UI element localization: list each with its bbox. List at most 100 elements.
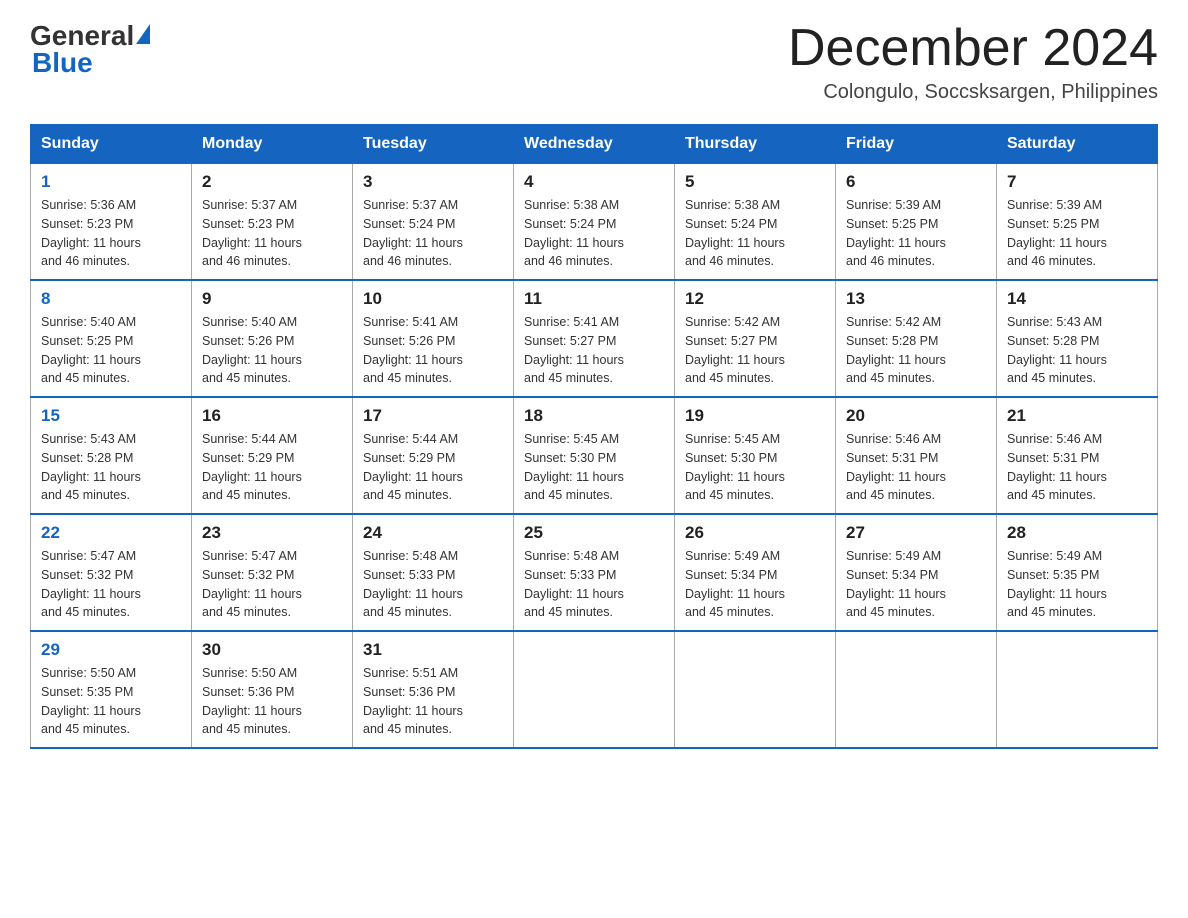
- day-info: Sunrise: 5:38 AM Sunset: 5:24 PM Dayligh…: [685, 196, 825, 271]
- calendar-cell: 15 Sunrise: 5:43 AM Sunset: 5:28 PM Dayl…: [31, 397, 192, 514]
- day-info: Sunrise: 5:45 AM Sunset: 5:30 PM Dayligh…: [685, 430, 825, 505]
- day-number: 30: [202, 640, 342, 660]
- day-number: 7: [1007, 172, 1147, 192]
- calendar-cell: 16 Sunrise: 5:44 AM Sunset: 5:29 PM Dayl…: [192, 397, 353, 514]
- calendar-cell: 19 Sunrise: 5:45 AM Sunset: 5:30 PM Dayl…: [675, 397, 836, 514]
- day-number: 31: [363, 640, 503, 660]
- calendar-cell: 18 Sunrise: 5:45 AM Sunset: 5:30 PM Dayl…: [514, 397, 675, 514]
- day-info: Sunrise: 5:41 AM Sunset: 5:26 PM Dayligh…: [363, 313, 503, 388]
- calendar-cell: 21 Sunrise: 5:46 AM Sunset: 5:31 PM Dayl…: [997, 397, 1158, 514]
- calendar-cell: 2 Sunrise: 5:37 AM Sunset: 5:23 PM Dayli…: [192, 164, 353, 281]
- calendar-cell: 29 Sunrise: 5:50 AM Sunset: 5:35 PM Dayl…: [31, 631, 192, 748]
- day-number: 8: [41, 289, 181, 309]
- calendar-cell: 12 Sunrise: 5:42 AM Sunset: 5:27 PM Dayl…: [675, 280, 836, 397]
- calendar-cell: 20 Sunrise: 5:46 AM Sunset: 5:31 PM Dayl…: [836, 397, 997, 514]
- day-info: Sunrise: 5:49 AM Sunset: 5:35 PM Dayligh…: [1007, 547, 1147, 622]
- day-info: Sunrise: 5:49 AM Sunset: 5:34 PM Dayligh…: [685, 547, 825, 622]
- calendar-cell: 23 Sunrise: 5:47 AM Sunset: 5:32 PM Dayl…: [192, 514, 353, 631]
- week-row-2: 8 Sunrise: 5:40 AM Sunset: 5:25 PM Dayli…: [31, 280, 1158, 397]
- day-number: 22: [41, 523, 181, 543]
- day-number: 18: [524, 406, 664, 426]
- header-monday: Monday: [192, 125, 353, 164]
- calendar-cell: 31 Sunrise: 5:51 AM Sunset: 5:36 PM Dayl…: [353, 631, 514, 748]
- calendar-cell: 9 Sunrise: 5:40 AM Sunset: 5:26 PM Dayli…: [192, 280, 353, 397]
- title-section: December 2024 Colongulo, Soccsksargen, P…: [788, 20, 1158, 104]
- day-number: 12: [685, 289, 825, 309]
- week-row-5: 29 Sunrise: 5:50 AM Sunset: 5:35 PM Dayl…: [31, 631, 1158, 748]
- day-number: 16: [202, 406, 342, 426]
- day-info: Sunrise: 5:46 AM Sunset: 5:31 PM Dayligh…: [846, 430, 986, 505]
- calendar-cell: 25 Sunrise: 5:48 AM Sunset: 5:33 PM Dayl…: [514, 514, 675, 631]
- calendar-cell: [514, 631, 675, 748]
- day-number: 20: [846, 406, 986, 426]
- logo: General Blue: [30, 20, 152, 79]
- calendar-cell: 10 Sunrise: 5:41 AM Sunset: 5:26 PM Dayl…: [353, 280, 514, 397]
- day-number: 1: [41, 172, 181, 192]
- day-number: 28: [1007, 523, 1147, 543]
- calendar-cell: [997, 631, 1158, 748]
- day-info: Sunrise: 5:40 AM Sunset: 5:25 PM Dayligh…: [41, 313, 181, 388]
- day-number: 5: [685, 172, 825, 192]
- header-sunday: Sunday: [31, 125, 192, 164]
- day-info: Sunrise: 5:50 AM Sunset: 5:36 PM Dayligh…: [202, 664, 342, 739]
- day-info: Sunrise: 5:39 AM Sunset: 5:25 PM Dayligh…: [846, 196, 986, 271]
- day-number: 26: [685, 523, 825, 543]
- day-info: Sunrise: 5:42 AM Sunset: 5:28 PM Dayligh…: [846, 313, 986, 388]
- day-info: Sunrise: 5:43 AM Sunset: 5:28 PM Dayligh…: [41, 430, 181, 505]
- calendar-header-row: SundayMondayTuesdayWednesdayThursdayFrid…: [31, 125, 1158, 164]
- logo-blue: Blue: [30, 47, 93, 79]
- location: Colongulo, Soccsksargen, Philippines: [788, 81, 1158, 104]
- week-row-3: 15 Sunrise: 5:43 AM Sunset: 5:28 PM Dayl…: [31, 397, 1158, 514]
- calendar-cell: 26 Sunrise: 5:49 AM Sunset: 5:34 PM Dayl…: [675, 514, 836, 631]
- calendar-cell: 27 Sunrise: 5:49 AM Sunset: 5:34 PM Dayl…: [836, 514, 997, 631]
- day-number: 15: [41, 406, 181, 426]
- calendar-cell: 4 Sunrise: 5:38 AM Sunset: 5:24 PM Dayli…: [514, 164, 675, 281]
- day-number: 19: [685, 406, 825, 426]
- calendar-cell: 28 Sunrise: 5:49 AM Sunset: 5:35 PM Dayl…: [997, 514, 1158, 631]
- calendar-cell: 17 Sunrise: 5:44 AM Sunset: 5:29 PM Dayl…: [353, 397, 514, 514]
- calendar-table: SundayMondayTuesdayWednesdayThursdayFrid…: [30, 124, 1158, 749]
- calendar-cell: 11 Sunrise: 5:41 AM Sunset: 5:27 PM Dayl…: [514, 280, 675, 397]
- day-number: 25: [524, 523, 664, 543]
- calendar-cell: 8 Sunrise: 5:40 AM Sunset: 5:25 PM Dayli…: [31, 280, 192, 397]
- calendar-cell: 3 Sunrise: 5:37 AM Sunset: 5:24 PM Dayli…: [353, 164, 514, 281]
- day-number: 2: [202, 172, 342, 192]
- header-tuesday: Tuesday: [353, 125, 514, 164]
- header-thursday: Thursday: [675, 125, 836, 164]
- day-number: 14: [1007, 289, 1147, 309]
- month-title: December 2024: [788, 20, 1158, 77]
- day-info: Sunrise: 5:44 AM Sunset: 5:29 PM Dayligh…: [363, 430, 503, 505]
- calendar-cell: 6 Sunrise: 5:39 AM Sunset: 5:25 PM Dayli…: [836, 164, 997, 281]
- day-info: Sunrise: 5:40 AM Sunset: 5:26 PM Dayligh…: [202, 313, 342, 388]
- calendar-cell: [675, 631, 836, 748]
- week-row-1: 1 Sunrise: 5:36 AM Sunset: 5:23 PM Dayli…: [31, 164, 1158, 281]
- day-info: Sunrise: 5:43 AM Sunset: 5:28 PM Dayligh…: [1007, 313, 1147, 388]
- day-number: 4: [524, 172, 664, 192]
- calendar-cell: 5 Sunrise: 5:38 AM Sunset: 5:24 PM Dayli…: [675, 164, 836, 281]
- week-row-4: 22 Sunrise: 5:47 AM Sunset: 5:32 PM Dayl…: [31, 514, 1158, 631]
- day-info: Sunrise: 5:47 AM Sunset: 5:32 PM Dayligh…: [202, 547, 342, 622]
- calendar-cell: 7 Sunrise: 5:39 AM Sunset: 5:25 PM Dayli…: [997, 164, 1158, 281]
- calendar-cell: 13 Sunrise: 5:42 AM Sunset: 5:28 PM Dayl…: [836, 280, 997, 397]
- day-number: 6: [846, 172, 986, 192]
- day-number: 21: [1007, 406, 1147, 426]
- calendar-cell: 14 Sunrise: 5:43 AM Sunset: 5:28 PM Dayl…: [997, 280, 1158, 397]
- day-info: Sunrise: 5:45 AM Sunset: 5:30 PM Dayligh…: [524, 430, 664, 505]
- day-number: 27: [846, 523, 986, 543]
- day-number: 13: [846, 289, 986, 309]
- day-info: Sunrise: 5:44 AM Sunset: 5:29 PM Dayligh…: [202, 430, 342, 505]
- day-info: Sunrise: 5:49 AM Sunset: 5:34 PM Dayligh…: [846, 547, 986, 622]
- day-info: Sunrise: 5:50 AM Sunset: 5:35 PM Dayligh…: [41, 664, 181, 739]
- logo-triangle-icon: [136, 24, 150, 44]
- day-info: Sunrise: 5:51 AM Sunset: 5:36 PM Dayligh…: [363, 664, 503, 739]
- day-info: Sunrise: 5:39 AM Sunset: 5:25 PM Dayligh…: [1007, 196, 1147, 271]
- day-number: 17: [363, 406, 503, 426]
- calendar-cell: 30 Sunrise: 5:50 AM Sunset: 5:36 PM Dayl…: [192, 631, 353, 748]
- header-friday: Friday: [836, 125, 997, 164]
- day-number: 11: [524, 289, 664, 309]
- header-saturday: Saturday: [997, 125, 1158, 164]
- day-info: Sunrise: 5:42 AM Sunset: 5:27 PM Dayligh…: [685, 313, 825, 388]
- day-info: Sunrise: 5:47 AM Sunset: 5:32 PM Dayligh…: [41, 547, 181, 622]
- day-info: Sunrise: 5:38 AM Sunset: 5:24 PM Dayligh…: [524, 196, 664, 271]
- day-info: Sunrise: 5:48 AM Sunset: 5:33 PM Dayligh…: [363, 547, 503, 622]
